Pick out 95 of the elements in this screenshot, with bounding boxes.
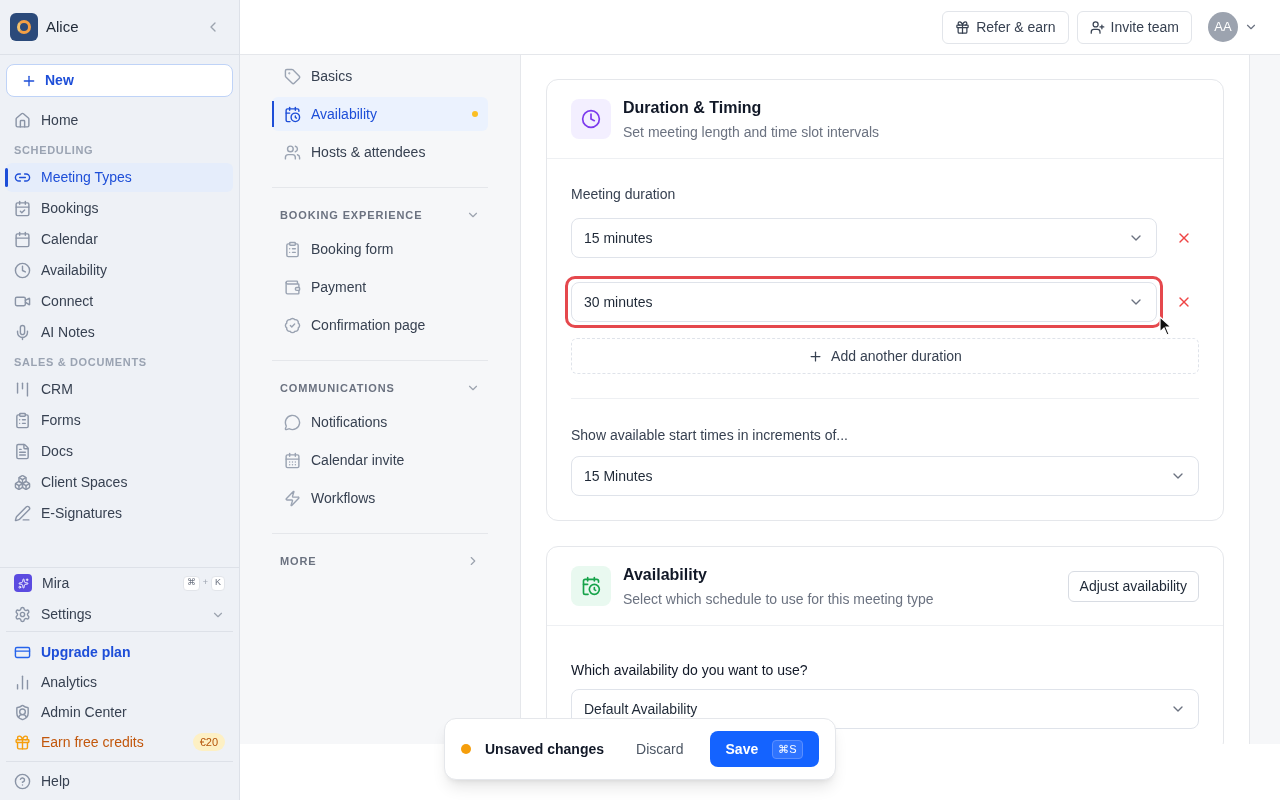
shield-user-icon bbox=[14, 703, 31, 721]
nav-item[interactable]: CRM bbox=[6, 375, 233, 404]
card-title: Availability bbox=[623, 564, 708, 585]
subnav-item[interactable]: Availability bbox=[272, 97, 488, 131]
wallet-icon bbox=[284, 278, 301, 296]
subnav-item[interactable]: Confirmation page bbox=[272, 308, 488, 342]
columns-icon bbox=[14, 381, 31, 398]
section-heading[interactable]: BOOKING EXPERIENCE bbox=[272, 202, 488, 228]
calendar-icon bbox=[284, 451, 301, 469]
workspace-logo-icon bbox=[10, 13, 38, 41]
field-label: Meeting duration bbox=[571, 185, 677, 204]
plus-sign: + bbox=[202, 576, 208, 590]
user-plus-icon bbox=[1089, 19, 1105, 35]
nav-item[interactable]: Client Spaces bbox=[6, 468, 233, 497]
nav-item[interactable]: Meeting Types bbox=[6, 163, 233, 192]
adjust-availability-button[interactable]: Adjust availability bbox=[1067, 570, 1199, 602]
cubes-icon bbox=[14, 474, 31, 491]
card-subtitle: Set meeting length and time slot intervals bbox=[623, 122, 880, 142]
section-heading[interactable]: MORE bbox=[272, 548, 488, 574]
subnav-item[interactable]: Workflows bbox=[272, 481, 488, 515]
new-button[interactable]: New bbox=[6, 64, 233, 97]
unsaved-label: Unsaved changes bbox=[485, 739, 605, 759]
mouse-cursor-icon bbox=[1159, 316, 1173, 336]
nav-item[interactable]: Admin Center bbox=[6, 697, 233, 727]
nav-item[interactable]: Connect bbox=[6, 287, 233, 316]
section-heading[interactable]: COMMUNICATIONS bbox=[272, 375, 488, 401]
microphone-icon bbox=[14, 324, 31, 341]
people-icon bbox=[284, 143, 301, 161]
chat-bubble-icon bbox=[284, 413, 301, 431]
section-heading: SALES & DOCUMENTS bbox=[13, 354, 148, 370]
gift-icon bbox=[955, 19, 971, 35]
subnav-item[interactable]: Calendar invite bbox=[272, 443, 488, 477]
tag-icon bbox=[284, 67, 301, 85]
card-subtitle: Select which schedule to use for this meeting type bbox=[623, 589, 935, 609]
nav-item[interactable]: Forms bbox=[6, 406, 233, 435]
keyboard-key: K bbox=[211, 575, 225, 591]
section-heading: SCHEDULING bbox=[13, 142, 95, 158]
badge-check-icon bbox=[284, 316, 301, 334]
bar-chart-icon bbox=[14, 673, 31, 691]
clipboard-icon bbox=[14, 412, 31, 429]
nav-item[interactable]: Upgrade plan bbox=[6, 637, 233, 667]
lightning-icon bbox=[284, 489, 301, 507]
help-icon bbox=[14, 772, 31, 790]
document-icon bbox=[14, 443, 31, 460]
nav-item[interactable]: Analytics bbox=[6, 667, 233, 697]
clock-icon bbox=[14, 262, 31, 279]
increment-select[interactable]: 15 Minutes bbox=[571, 456, 1199, 496]
help-item[interactable]: Help bbox=[6, 762, 233, 800]
availability-select[interactable]: Default Availability bbox=[571, 689, 1199, 729]
select-value: 30 minutes bbox=[584, 292, 653, 312]
assistant-logo-icon bbox=[14, 574, 32, 592]
duration-select[interactable]: 30 minutes bbox=[571, 282, 1157, 322]
field-label: Show available start times in increments of... bbox=[571, 426, 849, 445]
assistant-label: Mira bbox=[42, 573, 71, 593]
settings-icon bbox=[14, 606, 31, 623]
subnav-item[interactable]: Booking form bbox=[272, 232, 488, 266]
assistant-item[interactable]: Mira ⌘ + K bbox=[6, 568, 233, 598]
nav-item[interactable]: Calendar bbox=[6, 225, 233, 254]
calendar-clock-icon bbox=[571, 566, 611, 606]
select-value: 15 Minutes bbox=[584, 466, 653, 486]
clipboard-icon bbox=[284, 240, 301, 258]
select-value: 15 minutes bbox=[584, 228, 653, 248]
calendar-check-icon bbox=[14, 200, 31, 217]
field-label: Which availability do you want to use? bbox=[571, 661, 809, 680]
duration-select[interactable]: 15 minutes bbox=[571, 218, 1157, 258]
plus-icon bbox=[808, 348, 824, 364]
pen-icon bbox=[14, 505, 31, 522]
credit-badge: €20 bbox=[192, 733, 225, 751]
select-value: Default Availability bbox=[584, 699, 698, 719]
workspace-name: Alice bbox=[46, 16, 80, 37]
calendar-icon bbox=[14, 231, 31, 248]
gift-icon bbox=[14, 733, 31, 751]
save-button[interactable]: Save ⌘S bbox=[709, 731, 819, 767]
subnav-item[interactable]: Notifications bbox=[272, 405, 488, 439]
subnav-item[interactable]: Hosts & attendees bbox=[272, 135, 488, 169]
nav-item[interactable]: Availability bbox=[6, 256, 233, 285]
subnav-item[interactable]: Payment bbox=[272, 270, 488, 304]
discard-button[interactable]: Discard bbox=[634, 738, 686, 760]
nav-item[interactable]: Docs bbox=[6, 437, 233, 466]
add-duration-button[interactable]: Add another duration bbox=[571, 338, 1199, 374]
nav-item[interactable]: E-Signatures bbox=[6, 499, 233, 528]
calendar-clock-icon bbox=[284, 105, 301, 123]
refer-button[interactable]: Refer & earn bbox=[942, 10, 1069, 44]
card-title: Duration & Timing bbox=[623, 97, 763, 118]
nav-item[interactable]: Home bbox=[6, 106, 233, 135]
home-icon bbox=[14, 112, 31, 129]
keyboard-key: ⌘ bbox=[182, 575, 200, 591]
subnav-item[interactable]: Basics bbox=[272, 59, 488, 93]
clock-icon bbox=[571, 99, 611, 139]
promo-link[interactable]: Earn free credits €20 bbox=[6, 727, 233, 757]
nav-item[interactable]: Bookings bbox=[6, 194, 233, 223]
invite-button[interactable]: Invite team bbox=[1076, 10, 1192, 44]
keyboard-shortcut: ⌘S bbox=[772, 739, 803, 759]
settings-item[interactable]: Settings bbox=[6, 598, 233, 632]
nav-item[interactable]: AI Notes bbox=[6, 318, 233, 347]
